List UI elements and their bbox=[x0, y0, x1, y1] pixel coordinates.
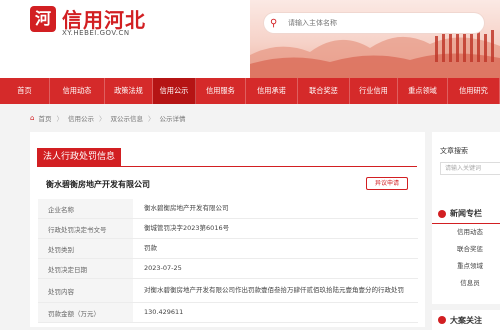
nav-item[interactable]: 信用研究 bbox=[448, 78, 500, 104]
table-row: 处罚类别 罚款 bbox=[38, 239, 418, 259]
breadcrumb-item-detail: 公示详情 bbox=[159, 115, 186, 123]
breadcrumb: ⌂ 首页 〉 信用公示 〉 双公示信息 〉 公示详情 bbox=[30, 113, 185, 123]
news-link-credit-news[interactable]: 信用动态 bbox=[440, 224, 500, 241]
row-value: 2023-07-25 bbox=[144, 264, 182, 272]
news-column-header: 新闻专栏 bbox=[432, 204, 500, 224]
article-search-input[interactable]: 请输入关键词 bbox=[440, 162, 500, 175]
nav-item[interactable]: 信用动态 bbox=[50, 78, 105, 104]
table-row: 处罚内容 对衡水碧衡房地产开发有限公司作出罚款壹佰叁拾万肆仟贰佰玖拾陆元壹角壹分… bbox=[38, 279, 418, 303]
nav-item[interactable]: 政策法规 bbox=[105, 78, 153, 104]
entity-search-input[interactable] bbox=[288, 19, 468, 27]
news-column-panel: 新闻专栏 信用动态 联合奖惩 重点领域 信息员 bbox=[432, 204, 500, 304]
row-value: 衡水碧衡房地产开发有限公司 bbox=[144, 204, 229, 212]
objection-button[interactable]: 异议申请 bbox=[366, 177, 408, 190]
breadcrumb-separator: 〉 bbox=[147, 115, 155, 123]
row-key: 企业名称 bbox=[38, 199, 133, 218]
right-sidebar: 文章搜索 请输入关键词 新闻专栏 信用动态 联合奖惩 重点领域 信息员 大案关注 bbox=[432, 132, 500, 330]
breadcrumb-item-double-publicity[interactable]: 双公示信息 bbox=[110, 113, 143, 123]
company-name: 衡水碧衡房地产开发有限公司 bbox=[46, 180, 150, 189]
home-icon: ⌂ bbox=[30, 114, 35, 122]
breadcrumb-item-home[interactable]: 首页 bbox=[38, 113, 51, 123]
nav-item[interactable]: 重点领域 bbox=[398, 78, 448, 104]
site-header: 河 信用河北 XY.HEBEI.GOV.CN ⚲ bbox=[0, 0, 500, 78]
row-key: 行政处罚决定书文号 bbox=[38, 219, 133, 238]
page-title: 法人行政处罚信息 bbox=[37, 148, 122, 166]
nav-item[interactable]: 首页 bbox=[0, 78, 50, 104]
row-key: 处罚类别 bbox=[38, 239, 133, 258]
site-url: XY.HEBEI.GOV.CN bbox=[62, 29, 130, 37]
row-key: 处罚内容 bbox=[38, 279, 133, 302]
title-divider bbox=[37, 166, 417, 167]
header-banner-art bbox=[250, 0, 500, 78]
row-value: 罚款 bbox=[144, 244, 157, 252]
row-key: 罚款金额（万元） bbox=[38, 303, 133, 322]
nav-item[interactable]: 信用服务 bbox=[196, 78, 246, 104]
row-key: 处罚决定日期 bbox=[38, 259, 133, 278]
nav-item[interactable]: 行业信用 bbox=[350, 78, 398, 104]
major-cases-panel: 大案关注 bbox=[432, 310, 500, 330]
news-link-informant[interactable]: 信息员 bbox=[440, 275, 500, 292]
detail-panel: 法人行政处罚信息 衡水碧衡房地产开发有限公司 异议申请 企业名称 衡水碧衡房地产… bbox=[30, 132, 425, 327]
major-cases-title: 大案关注 bbox=[450, 315, 482, 325]
table-row: 企业名称 衡水碧衡房地产开发有限公司 bbox=[38, 199, 418, 219]
news-link-key-areas[interactable]: 重点领域 bbox=[440, 258, 500, 275]
news-column-title: 新闻专栏 bbox=[450, 209, 482, 218]
row-value: 衡城管罚决字2023第6016号 bbox=[144, 224, 230, 232]
table-row: 行政处罚决定书文号 衡城管罚决字2023第6016号 bbox=[38, 219, 418, 239]
news-column-icon bbox=[438, 209, 446, 218]
news-link-joint-rewards[interactable]: 联合奖惩 bbox=[440, 241, 500, 258]
table-row: 处罚决定日期 2023-07-25 bbox=[38, 259, 418, 279]
row-value: 130.429611 bbox=[144, 308, 184, 316]
site-logo-icon[interactable]: 河 bbox=[30, 6, 56, 32]
article-search-panel: 文章搜索 请输入关键词 bbox=[432, 132, 500, 204]
search-icon[interactable]: ⚲ bbox=[270, 18, 282, 29]
penalty-info-table: 企业名称 衡水碧衡房地产开发有限公司 行政处罚决定书文号 衡城管罚决字2023第… bbox=[38, 199, 418, 323]
nav-item[interactable]: 信用承诺 bbox=[246, 78, 298, 104]
main-nav: 首页 信用动态 政策法规 信用公示 信用服务 信用承诺 联合奖惩 行业信用 重点领域 信用研究 bbox=[0, 78, 500, 104]
breadcrumb-separator: 〉 bbox=[56, 115, 63, 123]
nav-item[interactable]: 联合奖惩 bbox=[298, 78, 350, 104]
breadcrumb-item-credit-publicity[interactable]: 信用公示 bbox=[68, 113, 94, 123]
nav-item[interactable]: 信用公示 bbox=[153, 78, 196, 104]
breadcrumb-separator: 〉 bbox=[98, 115, 106, 123]
article-search-title: 文章搜索 bbox=[440, 147, 468, 155]
row-value: 对衡水碧衡房地产开发有限公司作出罚款壹佰叁拾万肆仟贰佰玖拾陆元壹角壹分的行政处罚 bbox=[144, 286, 404, 294]
table-row: 罚款金额（万元） 130.429611 bbox=[38, 303, 418, 323]
entity-search-box[interactable]: ⚲ bbox=[264, 13, 484, 33]
major-cases-icon bbox=[438, 316, 446, 324]
